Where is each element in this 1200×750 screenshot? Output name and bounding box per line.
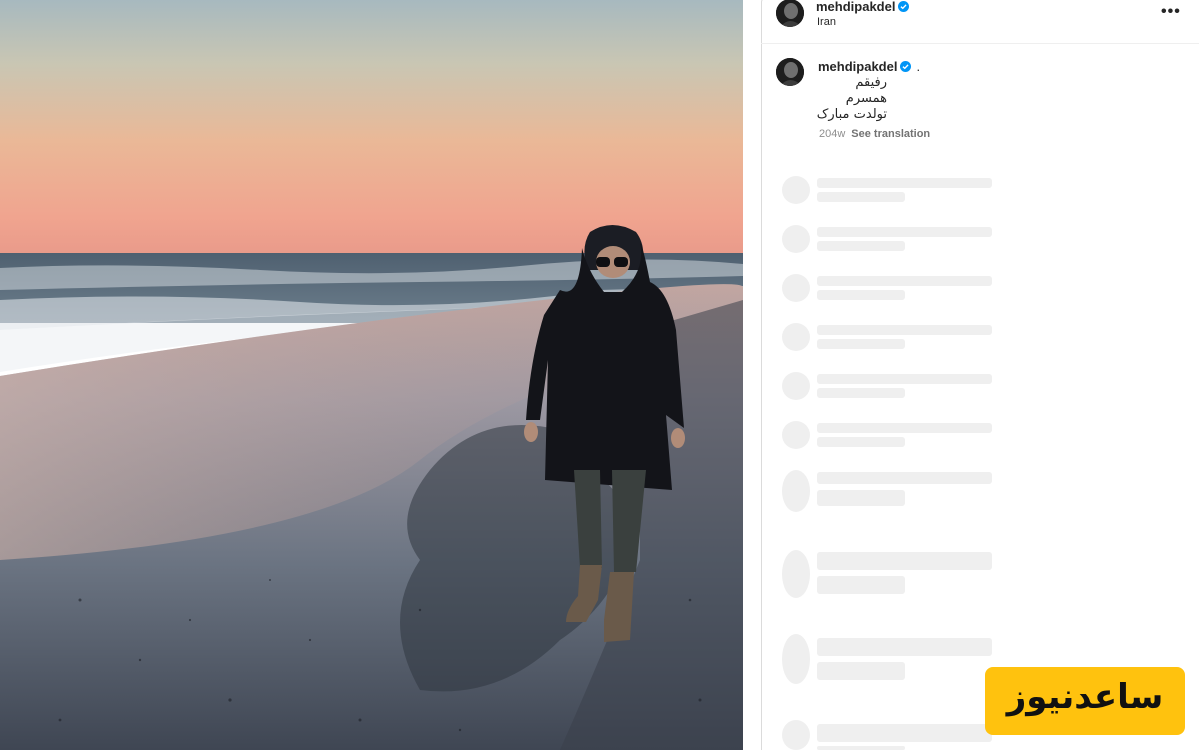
skeleton-line <box>817 638 992 656</box>
avatar-image <box>776 58 804 86</box>
skeleton-line <box>817 472 992 484</box>
caption-meta: 204w See translation <box>819 128 930 140</box>
header-location[interactable]: Iran <box>817 16 836 28</box>
skeleton-line <box>817 241 905 251</box>
skeleton-line <box>817 576 905 594</box>
skeleton-line <box>817 423 992 433</box>
header-username-row[interactable]: mehdipakdel <box>816 0 910 14</box>
skeleton-line <box>817 290 905 300</box>
verified-badge-icon <box>900 61 912 72</box>
caption-avatar[interactable] <box>776 58 804 86</box>
skeleton-line <box>817 552 992 570</box>
skeleton-line <box>817 490 905 506</box>
skeleton-avatar <box>782 225 810 253</box>
verified-badge-icon <box>898 1 910 12</box>
caption-username-row: mehdipakdel. <box>818 60 920 74</box>
skeleton-avatar <box>782 176 810 204</box>
skeleton-line <box>817 178 992 188</box>
avatar-image <box>776 0 804 27</box>
skeleton-avatar <box>782 634 810 684</box>
skeleton-line <box>817 227 992 237</box>
post-photo[interactable] <box>0 0 743 750</box>
skeleton-avatar <box>782 372 810 400</box>
skeleton-line <box>817 374 992 384</box>
caption-text: رفیقم همسرم تولدت مبارک <box>815 75 887 123</box>
skeleton-line <box>817 724 992 742</box>
skeleton-line <box>817 662 905 680</box>
skeleton-avatar <box>782 274 810 302</box>
header-avatar[interactable] <box>776 0 804 27</box>
caption-line: رفیقم <box>855 75 887 90</box>
site-watermark-logo: ساعدنیوز <box>985 667 1185 735</box>
caption-line: همسرم <box>845 91 887 106</box>
skeleton-line <box>817 192 905 202</box>
skeleton-line <box>817 325 992 335</box>
more-options-button[interactable]: ••• <box>1161 2 1183 22</box>
skeleton-line <box>817 339 905 349</box>
skeleton-avatar <box>782 720 810 750</box>
caption-line: تولدت مبارک <box>816 107 887 122</box>
header-username[interactable]: mehdipakdel <box>816 0 895 14</box>
see-translation-link[interactable]: See translation <box>851 128 930 140</box>
skeleton-avatar <box>782 550 810 598</box>
skeleton-avatar <box>782 421 810 449</box>
caption-suffix: . <box>916 59 921 74</box>
watermark-text: ساعدنیوز <box>1006 677 1164 717</box>
beach-photo-image <box>0 0 743 750</box>
skeleton-avatar <box>782 323 810 351</box>
post-age[interactable]: 204w <box>819 128 845 140</box>
skeleton-line <box>817 276 992 286</box>
caption-username[interactable]: mehdipakdel <box>818 59 897 74</box>
post-side-panel: mehdipakdel Iran ••• mehdipakdel. رفیقم … <box>743 0 1200 750</box>
skeleton-line <box>817 746 905 750</box>
skeleton-avatar <box>782 470 810 512</box>
skeleton-line <box>817 437 905 447</box>
skeleton-line <box>817 388 905 398</box>
